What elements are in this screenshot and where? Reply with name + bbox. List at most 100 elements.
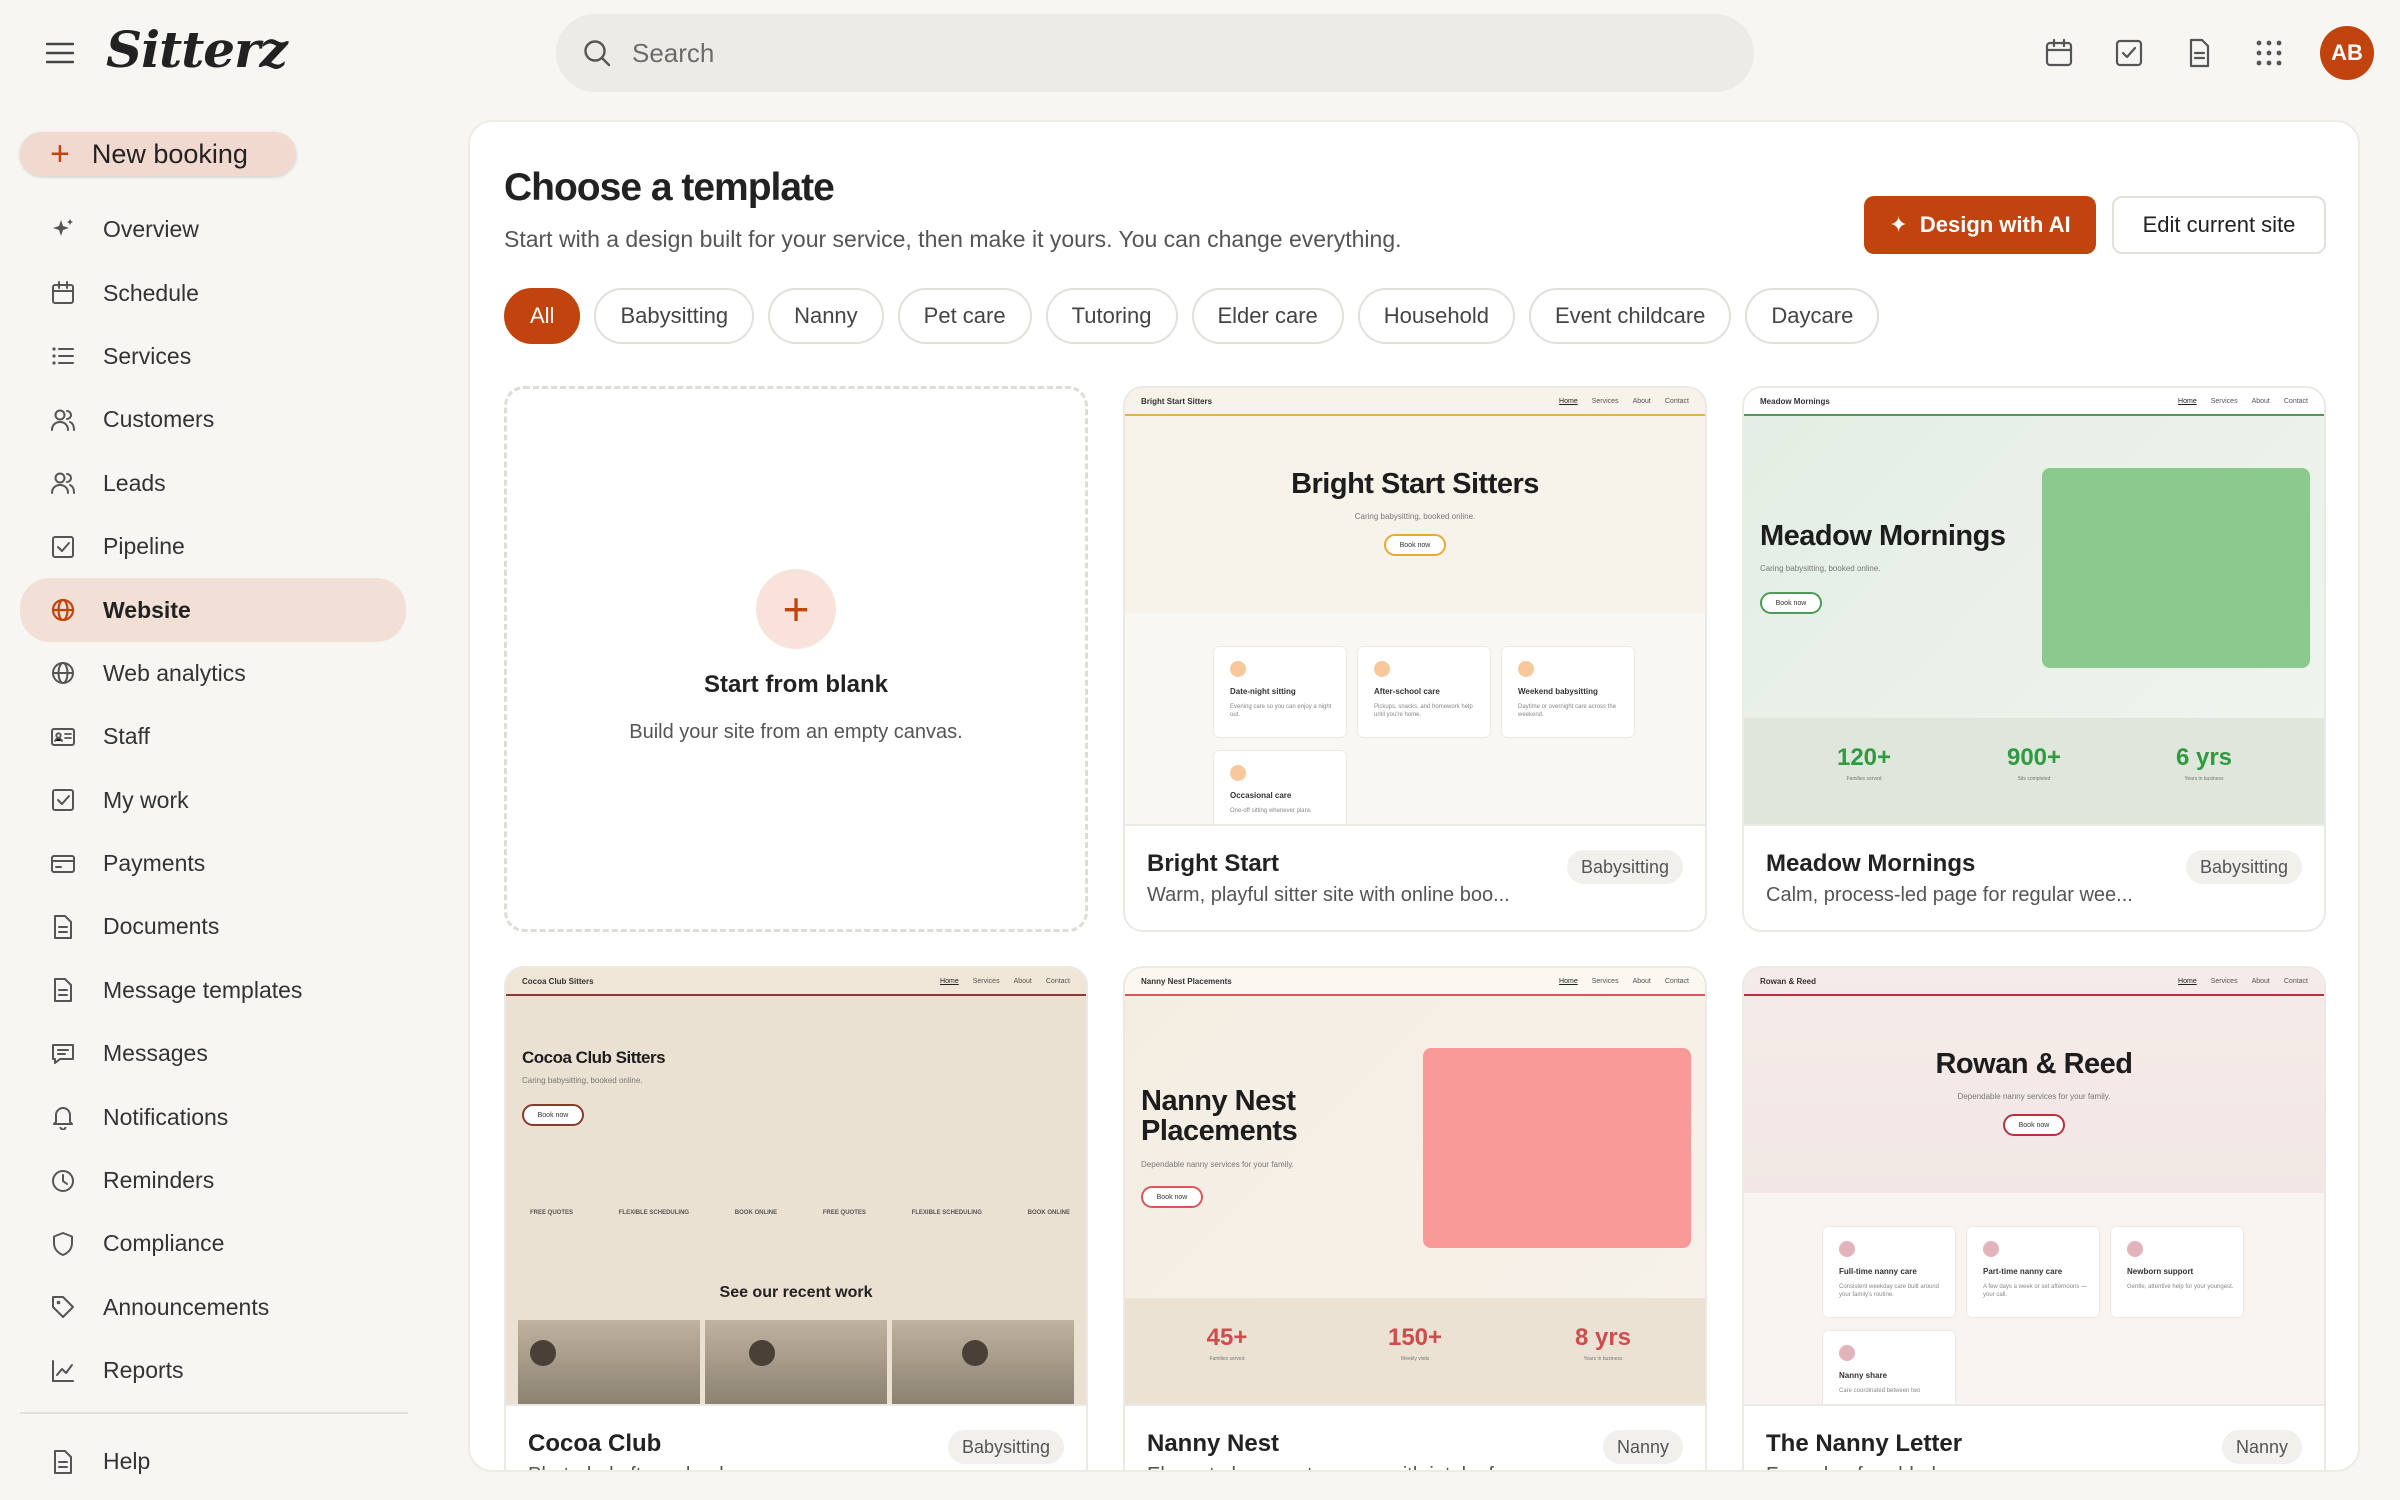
preview-site-name: Nanny Nest Placements xyxy=(1141,976,1232,986)
plus-icon: + xyxy=(50,135,70,173)
sidebar-item-help[interactable]: Help xyxy=(20,1430,406,1493)
sidebar-item-label: Reminders xyxy=(103,1167,215,1194)
template-category-badge: Babysitting xyxy=(1566,850,1683,884)
plus-icon: + xyxy=(756,569,836,649)
sidebar-item-customers[interactable]: Customers xyxy=(20,388,406,451)
document-icon xyxy=(48,912,78,942)
sidebar-item-label: Announcements xyxy=(103,1293,270,1320)
sidebar-item-label: Payments xyxy=(103,850,206,877)
sidebar-item-label: Messages xyxy=(103,1040,208,1067)
sidebar-item-web-analytics[interactable]: Web analytics xyxy=(20,642,406,705)
tag-icon xyxy=(48,1292,78,1322)
calendar-icon[interactable] xyxy=(2040,28,2078,78)
edit-current-site-button[interactable]: Edit current site xyxy=(2112,196,2326,254)
sidebar-item-leads[interactable]: Leads xyxy=(20,452,406,515)
filter-chip-pet-care[interactable]: Pet care xyxy=(897,288,1032,344)
sidebar-item-label: Website xyxy=(103,596,191,623)
filter-chip-elder-care[interactable]: Elder care xyxy=(1191,288,1344,344)
document-icon xyxy=(48,1447,78,1477)
sidebar-item-reports[interactable]: Reports xyxy=(20,1339,406,1402)
preview-hero-title: Cocoa Club Sitters xyxy=(522,1048,666,1067)
sidebar-item-label: Services xyxy=(103,342,192,369)
users-icon xyxy=(48,468,78,498)
calendar-icon xyxy=(48,278,78,308)
template-card-the-nanny-letter[interactable]: Rowan & Reed Home Services About Contact Ro… xyxy=(1742,966,2326,1470)
sidebar-item-label: Documents xyxy=(103,913,220,940)
template-card-nanny-nest[interactable]: Nanny Nest Placements Home Services About C… xyxy=(1123,966,1707,1470)
template-picker-panel: Choose a template Start with a design bu… xyxy=(468,120,2360,1472)
sidebar-item-schedule[interactable]: Schedule xyxy=(20,261,406,324)
sidebar-item-label: Notifications xyxy=(103,1103,229,1130)
template-category-badge: Babysitting xyxy=(947,1430,1064,1464)
preview-hero-image xyxy=(2042,468,2310,668)
sidebar-item-pipeline[interactable]: Pipeline xyxy=(20,515,406,578)
app-logo[interactable]: Sitterz xyxy=(106,20,288,79)
design-with-ai-button[interactable]: ✦ Design with AI xyxy=(1864,196,2096,254)
sidebar-item-announcements[interactable]: Announcements xyxy=(20,1276,406,1339)
page-subtitle: Start with a design built for your servi… xyxy=(504,226,1402,252)
preview-site-name: Bright Start Sitters xyxy=(1141,396,1213,406)
preview-tagline: Dependable nanny services for your famil… xyxy=(1141,1160,1294,1169)
sparkle-icon xyxy=(48,215,78,245)
filter-chip-babysitting[interactable]: Babysitting xyxy=(594,288,755,344)
sidebar-item-message-templates[interactable]: Message templates xyxy=(20,959,406,1022)
filter-chip-nanny[interactable]: Nanny xyxy=(768,288,884,344)
preview-gallery-image xyxy=(705,1320,887,1404)
menu-icon[interactable] xyxy=(40,36,80,70)
blank-desc: Build your site from an empty canvas. xyxy=(629,721,963,743)
preview-tagline: Caring babysitting, booked online. xyxy=(1760,564,1881,573)
filter-chip-tutoring[interactable]: Tutoring xyxy=(1045,288,1178,344)
avatar[interactable]: AB xyxy=(2320,26,2374,80)
new-booking-label: New booking xyxy=(91,138,248,169)
preview-site-name: Meadow Mornings xyxy=(1760,396,1830,406)
sidebar-item-staff[interactable]: Staff xyxy=(20,705,406,768)
bell-icon xyxy=(48,1102,78,1132)
sidebar-item-overview[interactable]: Overview xyxy=(20,198,406,261)
preview-gallery-title: See our recent work xyxy=(719,1284,873,1301)
filter-chip-household[interactable]: Household xyxy=(1357,288,1515,344)
filter-chip-daycare[interactable]: Daycare xyxy=(1745,288,1880,344)
blank-title: Start from blank xyxy=(703,671,889,698)
checkbox-icon xyxy=(48,532,78,562)
preview-gallery-image xyxy=(518,1320,700,1404)
template-name: Nanny Nest xyxy=(1147,1430,1280,1457)
filter-chip-event-childcare[interactable]: Event childcare xyxy=(1528,288,1732,344)
sidebar-item-reminders[interactable]: Reminders xyxy=(20,1149,406,1212)
sidebar-item-my-work[interactable]: My work xyxy=(20,769,406,832)
sidebar-item-website[interactable]: Website xyxy=(20,578,406,642)
preview-book-button: Book now xyxy=(1141,1186,1203,1208)
document-icon[interactable] xyxy=(2180,28,2218,78)
filter-chip-all[interactable]: All xyxy=(504,288,581,344)
preview-nav-links: Home Services About Contact xyxy=(2178,977,2308,985)
new-booking-button[interactable]: + New booking xyxy=(20,132,296,176)
sidebar-item-compliance[interactable]: Compliance xyxy=(20,1212,406,1275)
template-card-bright-start[interactable]: Bright Start Sitters Home Services About Co… xyxy=(1123,386,1707,932)
sidebar-item-notifications[interactable]: Notifications xyxy=(20,1085,406,1148)
sidebar-item-payments[interactable]: Payments xyxy=(20,832,406,895)
clock-icon xyxy=(48,1166,78,1196)
sidebar-item-services[interactable]: Services xyxy=(20,325,406,388)
id-card-icon xyxy=(48,722,78,752)
sidebar-item-label: My work xyxy=(103,786,189,813)
preview-gallery-image xyxy=(892,1320,1074,1404)
search-input[interactable]: Search xyxy=(632,38,714,69)
sidebar-item-messages[interactable]: Messages xyxy=(20,1022,406,1085)
search-bar[interactable]: Search xyxy=(556,14,1754,92)
task-check-icon[interactable] xyxy=(2110,28,2148,78)
preview-nav-links: Home Services About Contact xyxy=(940,977,1070,985)
template-card-meadow-mornings[interactable]: Meadow Mornings Home Services About Contact… xyxy=(1742,386,2326,932)
start-from-blank-card[interactable]: + Start from blank Build your site from … xyxy=(504,386,1088,932)
sparkle-icon: ✦ xyxy=(1889,212,1908,237)
template-card-cocoa-club[interactable]: Cocoa Club Sitters Home Services About Cont… xyxy=(504,966,1088,1470)
template-preview: Cocoa Club Sitters Home Services About Cont… xyxy=(506,968,1086,1404)
sidebar-item-documents[interactable]: Documents xyxy=(20,895,406,958)
preview-site-name: Rowan & Reed xyxy=(1760,976,1817,986)
search-icon xyxy=(582,38,612,68)
preview-ticker: FREE QUOTES FLEXIBLE SCHEDULING BOOK ONLIN… xyxy=(530,1210,1070,1216)
apps-grid-icon[interactable] xyxy=(2250,28,2288,78)
sidebar-item-label: Help xyxy=(103,1448,151,1475)
globe-icon xyxy=(48,658,78,688)
template-category-badge: Nanny xyxy=(1602,1430,1683,1464)
template-desc: Elegant placement agency with intake for… xyxy=(1147,1464,1547,1470)
template-preview: Bright Start Sitters Home Services About Co… xyxy=(1125,388,1705,824)
